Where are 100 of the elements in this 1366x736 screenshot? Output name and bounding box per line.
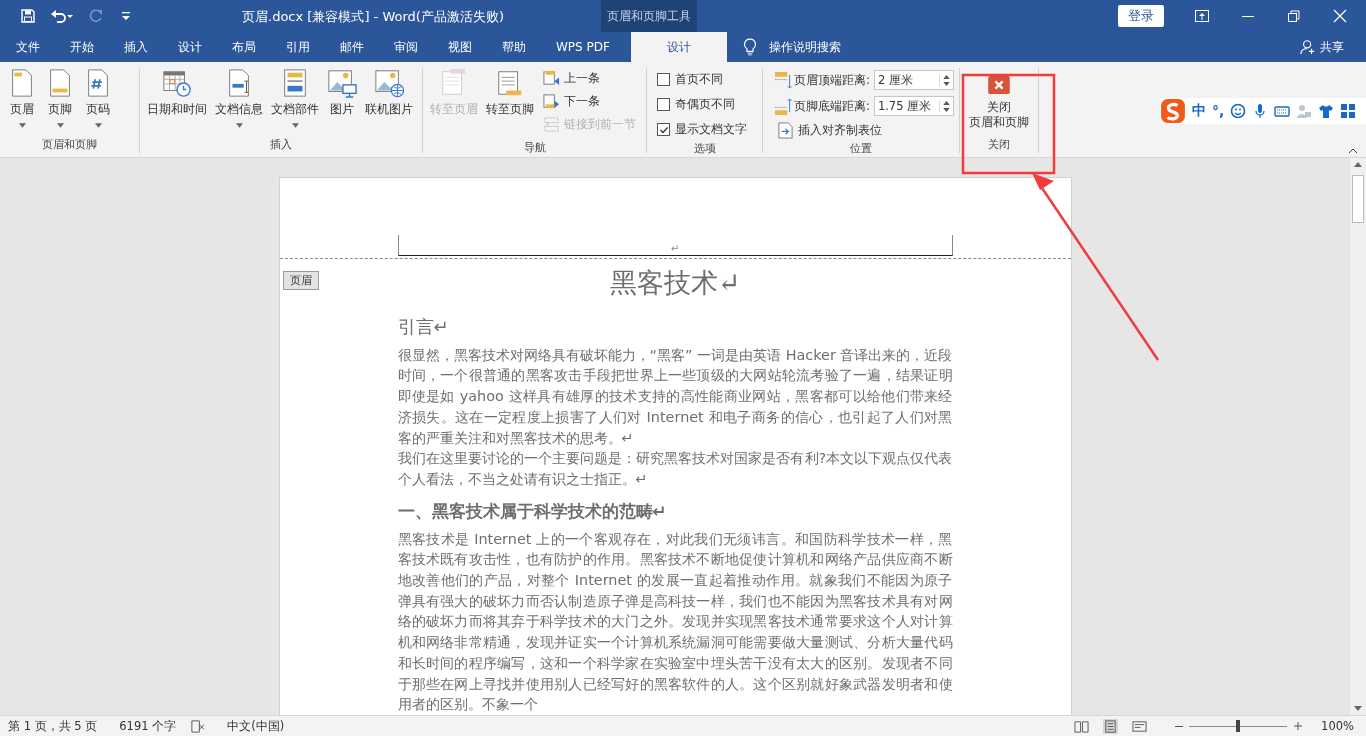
caret-icon bbox=[18, 123, 26, 128]
up-arrow-icon[interactable] bbox=[942, 74, 950, 79]
caret-icon bbox=[56, 123, 64, 128]
group-label: 位置 bbox=[849, 141, 873, 156]
page-count[interactable]: 第 1 页，共 5 页 bbox=[8, 718, 98, 734]
ribbon-tab[interactable]: 引用 bbox=[271, 32, 325, 62]
caret-icon bbox=[235, 123, 243, 128]
read-mode-icon[interactable] bbox=[1074, 718, 1090, 734]
ribbon-tab[interactable]: 布局 bbox=[217, 32, 271, 62]
smiley-icon[interactable] bbox=[1230, 103, 1247, 119]
close-icon bbox=[988, 76, 1010, 94]
language[interactable]: 中文(中国) bbox=[227, 718, 285, 734]
paragraph-mark: ↵ bbox=[670, 242, 680, 255]
word-count[interactable]: 6191 个字 bbox=[119, 718, 177, 734]
down-arrow-icon[interactable] bbox=[942, 107, 950, 112]
web-layout-icon[interactable] bbox=[1132, 718, 1148, 734]
option-checkbox[interactable]: 显示文档文字 bbox=[651, 118, 747, 141]
header-tag: 页眉 bbox=[282, 271, 319, 290]
shirt-icon[interactable] bbox=[1318, 103, 1335, 119]
option-checkbox[interactable]: 奇偶页不同 bbox=[651, 93, 747, 116]
caret-icon bbox=[94, 123, 102, 128]
picture-icon bbox=[327, 68, 357, 98]
spinner-label: 页脚底端距离: bbox=[794, 98, 870, 114]
save-icon[interactable] bbox=[20, 8, 36, 24]
ribbon-button[interactable]: 文档部件 bbox=[268, 68, 322, 137]
ribbon-button[interactable]: 页脚 bbox=[42, 68, 78, 137]
checkbox[interactable] bbox=[657, 98, 670, 111]
margin-icon bbox=[775, 71, 792, 89]
up-arrow-icon[interactable] bbox=[942, 100, 950, 105]
grid-icon[interactable] bbox=[1340, 103, 1357, 119]
checkbox-label: 显示文档文字 bbox=[675, 122, 747, 137]
ribbon-button[interactable]: 文档信息 bbox=[212, 68, 266, 137]
page-arrow-icon bbox=[543, 70, 560, 87]
share-button[interactable]: 共享 bbox=[1300, 32, 1366, 62]
group-label: 页眉和页脚 bbox=[41, 137, 98, 153]
link-icon bbox=[543, 116, 560, 133]
close-header-footer-button[interactable]: 关闭 页眉和页脚 bbox=[969, 76, 1029, 137]
spinner-field[interactable]: 1.75 厘米 bbox=[873, 96, 954, 116]
tab-stop-icon bbox=[777, 122, 794, 139]
ribbon-tab[interactable]: 视图 bbox=[433, 32, 487, 62]
undo-icon[interactable] bbox=[50, 8, 74, 24]
zoom-thumb[interactable] bbox=[1236, 720, 1241, 732]
login-button[interactable]: 登录 bbox=[1118, 5, 1164, 27]
ime-logo-icon[interactable] bbox=[1160, 98, 1186, 124]
paragraph: 很显然，黑客技术对网络具有破坏能力，“黑客” 一词是由英语 Hacker 音译出来的，近段时间，一个很普通的黑客攻击手段把世界上一些顶级的大网站轮流考验了一遍，结果证明即使是如 yahoo 这样具有雄厚的技术支持的高性能商业网站，黑客都可以给他们带来经济损失。这在一定程度上损害了人们对 Internet 和电子商务的信心，也引起了人们对黑客的严重关注和对黑客技术的思考。↵ bbox=[397, 345, 953, 448]
scroll-down-icon[interactable] bbox=[1354, 706, 1362, 711]
keyboard-icon[interactable] bbox=[1274, 103, 1291, 119]
lightbulb-icon bbox=[742, 38, 757, 56]
person-icon bbox=[1300, 39, 1316, 55]
vertical-scrollbar[interactable] bbox=[1350, 158, 1366, 715]
ime-toggle[interactable]: 中 bbox=[1192, 102, 1206, 120]
option-checkbox[interactable]: 首页不同 bbox=[651, 68, 747, 91]
caret-icon bbox=[291, 123, 299, 128]
ribbon-tab[interactable]: 文件 bbox=[0, 32, 55, 62]
context-tab-label: 页眉和页脚工具 bbox=[601, 0, 697, 32]
proofing-icon[interactable] bbox=[190, 718, 206, 734]
ribbon-display-icon[interactable] bbox=[1194, 8, 1210, 24]
ribbon-button[interactable]: 日期和时间 bbox=[144, 68, 210, 137]
ribbon-button[interactable]: 页眉 bbox=[4, 68, 40, 137]
zoom-level[interactable]: 100% bbox=[1321, 719, 1354, 733]
scroll-up-icon[interactable] bbox=[1354, 162, 1362, 167]
restore-icon[interactable] bbox=[1286, 8, 1302, 24]
ribbon-tab[interactable]: WPS PDF bbox=[541, 32, 625, 62]
ribbon-button[interactable]: 图片 bbox=[324, 68, 360, 137]
collapse-ribbon-icon[interactable] bbox=[1348, 148, 1358, 154]
spinner-label: 页眉顶端距离: bbox=[794, 72, 870, 88]
ribbon-tab[interactable]: 设计 bbox=[163, 32, 217, 62]
ribbon-button[interactable]: 转至页脚 bbox=[483, 68, 537, 140]
checkbox[interactable] bbox=[657, 73, 670, 86]
close-icon[interactable] bbox=[1332, 8, 1348, 24]
ribbon-tab[interactable]: 帮助 bbox=[487, 32, 541, 62]
checkbox[interactable] bbox=[657, 123, 670, 136]
paragraph: 我们在这里要讨论的一个主要问题是：研究黑客技术对国家是否有利?本文以下观点仅代表个人看法，不当之处请有识之士指正。↵ bbox=[397, 449, 953, 489]
ribbon-button[interactable]: 插入对齐制表位 bbox=[777, 120, 954, 141]
section-heading: 一、黑客技术属于科学技术的范畴↵ bbox=[397, 499, 668, 523]
check-icon bbox=[658, 124, 669, 135]
window-title: 页眉.docx [兼容模式] - Word(产品激活失败) bbox=[242, 8, 504, 26]
calendar-icon bbox=[162, 68, 192, 98]
paragraph: 黑客技术是 Internet 上的一个客观存在，对此我们无须讳言。和国防科学技术一样，黑客技术既有攻击性，也有防护的作用。黑客技术不断地促使计算机和网络产品供应商不断地改善他们的产品，对整个 Internet 的发展一直起着推动作用。就象我们不能因为原子弹具有强大的破坏力而否认制造原子弹是高科技一样，我们也不能因为黑客技术具有对网络的破坏力而将其弃于科学技术的大门之外。发现并实现黑客技术通常要求这个人对计算机和网络非常精通，发现并证实一个计算机系统漏洞可能需要做大量测试、分析大量代码和长时间的程序编写，这和一个科学家在实验室中埋头苦干没有太大的区别。发现者不同于那些在网上寻找并使用别人已经写好的黑客软件的人。这个区别就好象武器发明者和使用者的区别。不象一个 bbox=[397, 529, 953, 715]
ribbon-tab[interactable]: 开始 bbox=[55, 32, 109, 62]
ribbon-tab[interactable]: 邮件 bbox=[325, 32, 379, 62]
ribbon-tab[interactable]: 插入 bbox=[109, 32, 163, 62]
margin-icon bbox=[775, 97, 792, 115]
search-field[interactable]: 操作说明搜索 bbox=[768, 38, 841, 56]
checkbox-label: 首页不同 bbox=[675, 72, 723, 87]
ribbon-button[interactable]: 上一条 bbox=[543, 68, 636, 89]
zoom-in-icon[interactable] bbox=[1293, 721, 1304, 731]
ribbon-tab[interactable]: 审阅 bbox=[379, 32, 433, 62]
ime-toggle[interactable]: °, bbox=[1212, 103, 1225, 119]
group-label: 导航 bbox=[522, 140, 547, 155]
group-label: 插入 bbox=[269, 137, 293, 153]
spinner-field[interactable]: 2 厘米 bbox=[873, 70, 954, 90]
down-arrow-icon[interactable] bbox=[942, 81, 950, 86]
print-layout-icon[interactable] bbox=[1103, 718, 1119, 734]
scroll-thumb[interactable] bbox=[1352, 175, 1364, 223]
ribbon-button[interactable]: 页码 bbox=[80, 68, 116, 137]
ribbon-tab[interactable]: 设计 bbox=[630, 32, 727, 62]
ribbon-button[interactable]: 下一条 bbox=[543, 91, 636, 112]
ribbon-button[interactable]: 联机图片 bbox=[362, 68, 416, 137]
group-label: 选项 bbox=[692, 141, 717, 156]
